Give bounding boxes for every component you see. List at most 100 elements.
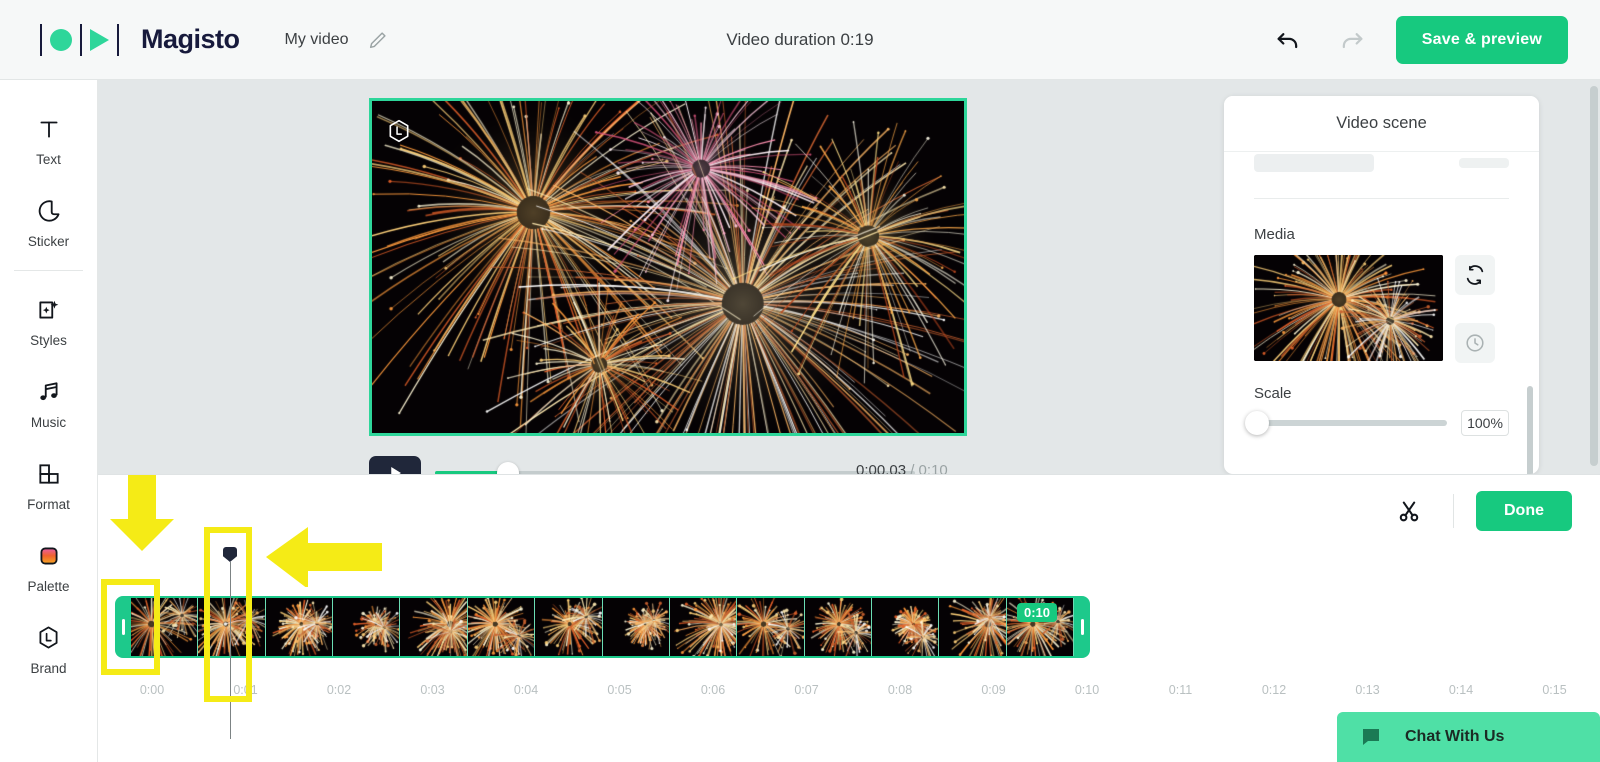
ruler-tick: 0:11 [1168,683,1193,697]
header-actions: Save & preview [1268,15,1568,64]
sidebar-divider [14,270,83,271]
clip-thumbnail [400,598,468,656]
toolbar-divider [1453,494,1454,528]
video-scene-panel: Video scene Media Scale 100% [1224,96,1539,474]
seek-handle[interactable] [497,462,519,474]
ruler-tick: 0:07 [794,683,819,697]
media-actions [1455,255,1495,363]
left-toolbar: Text Sticker Styles Music Format Palette… [0,80,98,762]
panel-title: Video scene [1224,96,1539,152]
sidebar-label: Format [27,496,70,512]
ruler-tick: 0:09 [981,683,1006,697]
video-title[interactable]: My video [285,31,349,49]
sidebar-item-format[interactable]: Format [0,443,97,525]
media-thumbnail[interactable] [1254,255,1443,361]
sidebar-label: Brand [30,660,67,676]
timeline-clip[interactable]: 0:10 [115,596,1090,658]
done-button[interactable]: Done [1476,491,1572,531]
annotation-arrow-down [106,475,178,558]
clip-thumbnail [535,598,603,656]
app-header: Magisto My video Video duration 0:19 Sav… [0,0,1600,80]
sidebar-item-text[interactable]: Text [0,98,97,180]
brand-logo[interactable]: Magisto [32,23,240,57]
refresh-swap-icon[interactable] [1455,255,1495,295]
clock-icon[interactable] [1455,323,1495,363]
brand-name: Magisto [141,24,240,54]
ruler-tick: 0:12 [1261,683,1287,697]
clip-thumbnail-strip [131,598,1074,656]
panel-body: Media Scale 100% [1224,152,1539,474]
ruler-tick: 0:10 [1074,683,1100,697]
palette-swatch-icon [36,539,62,573]
music-note-icon [36,375,62,409]
clip-thumbnail [265,598,334,656]
current-time: 0:00.03 [856,462,907,474]
ruler-tick: 0:00 [139,683,165,697]
chat-label: Chat With Us [1405,728,1505,745]
sidebar-label: Palette [27,578,70,594]
clip-thumbnail [602,598,670,656]
sidebar-item-sticker[interactable]: Sticker [0,180,97,262]
chat-with-us-widget[interactable]: Chat With Us [1337,712,1600,762]
annotation-box-trim-handle [101,579,160,675]
record-dot-icon [50,28,72,51]
media-label: Media [1254,226,1295,243]
logo-bar-icon [117,23,119,56]
timeline-toolbar: Done [1387,489,1572,533]
sidebar-item-palette[interactable]: Palette [0,525,97,607]
seek-slider[interactable] [435,462,915,474]
ruler-tick: 0:04 [513,683,539,697]
annotation-arrow-left [266,527,382,592]
ruler-tick: 0:05 [607,683,632,697]
fireworks-thumbnail-image [1254,255,1443,361]
scale-value[interactable]: 100% [1461,410,1509,436]
brand-hexagon-logo [386,117,412,145]
sticker-icon [36,194,62,228]
fireworks-preview-image [372,101,964,433]
clip-thumbnail [333,598,401,656]
media-row [1254,255,1509,363]
clip-thumbnail [737,598,805,656]
sidebar-item-styles[interactable]: Styles [0,279,97,361]
panel-clipped-row [1254,152,1509,174]
sidebar-item-brand[interactable]: Brand [0,607,97,689]
sidebar-item-music[interactable]: Music [0,361,97,443]
sidebar-label: Sticker [27,233,70,249]
trim-handle-right[interactable] [1074,596,1090,658]
trim-grip [1080,619,1084,635]
text-t-icon [36,112,62,146]
format-layout-icon [36,457,62,491]
scissors-icon[interactable] [1387,489,1431,533]
scale-slider-row: 100% [1245,410,1509,436]
ruler-tick: 0:13 [1355,683,1380,697]
sidebar-label: Styles [30,332,67,348]
redo-arrow-icon[interactable] [1332,20,1372,60]
clip-thumbnail [467,598,536,656]
clip-thumbnail [669,598,738,656]
ruler-tick: 0:03 [420,683,445,697]
save-preview-button[interactable]: Save & preview [1395,15,1568,64]
panel-clipped-control [1254,154,1374,172]
scale-label: Scale [1254,385,1292,402]
pencil-icon[interactable] [365,27,391,53]
clip-thumbnail [804,598,872,656]
ruler-tick: 0:08 [887,683,913,697]
video-preview-frame[interactable] [369,98,967,436]
play-icon[interactable] [369,456,421,474]
undo-arrow-icon[interactable] [1268,20,1308,60]
panel-scrollbar[interactable] [1527,386,1533,474]
sidebar-label: Text [36,151,61,167]
ruler-tick: 0:14 [1448,683,1474,697]
clip-thumbnail [939,598,1007,656]
scale-slider[interactable] [1245,411,1447,435]
ruler-tick: 0:02 [326,683,352,697]
total-time: / 0:10 [910,462,948,474]
clip-thumbnail [871,598,940,656]
play-triangle-icon [90,28,109,51]
scale-handle[interactable] [1245,411,1269,435]
brand-hexagon-icon [35,621,62,655]
chat-bubble-icon [1359,725,1383,749]
ruler-tick: 0:15 [1542,683,1567,697]
ruler-tick: 0:06 [700,683,726,697]
page-scrollbar[interactable] [1590,86,1598,466]
